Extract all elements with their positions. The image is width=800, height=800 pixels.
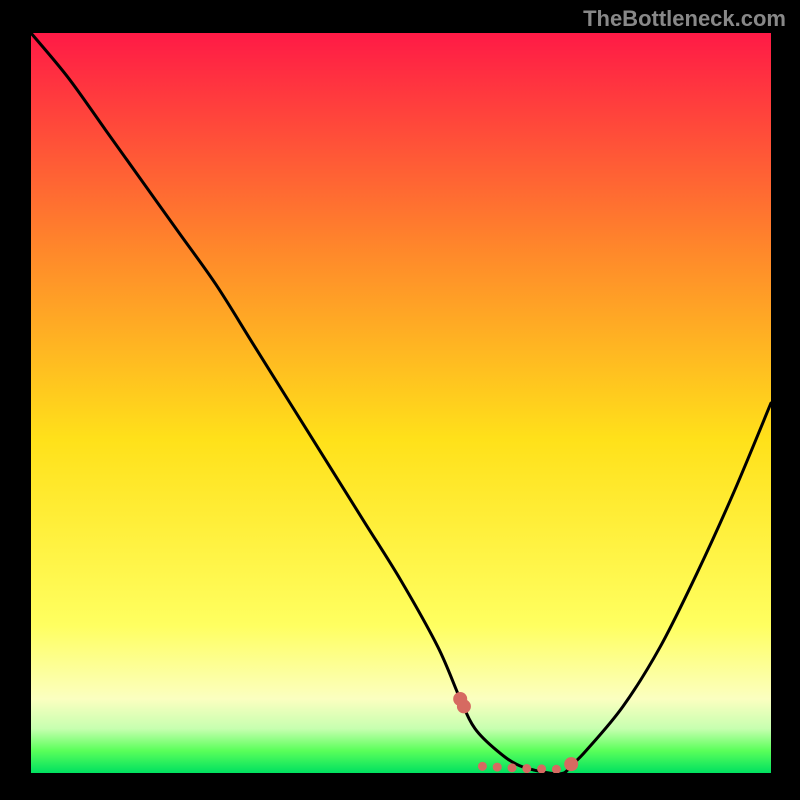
curve-marker-large bbox=[564, 757, 578, 771]
curve-marker-small bbox=[478, 762, 487, 771]
plot-area bbox=[31, 33, 771, 773]
bottleneck-curve-chart bbox=[31, 33, 771, 773]
curve-marker-small bbox=[508, 763, 517, 772]
watermark-text: TheBottleneck.com bbox=[583, 6, 786, 32]
curve-marker-large bbox=[457, 699, 471, 713]
curve-marker-small bbox=[493, 763, 502, 772]
chart-container: TheBottleneck.com bbox=[0, 0, 800, 800]
gradient-background bbox=[31, 33, 771, 773]
curve-marker-small bbox=[522, 764, 531, 773]
